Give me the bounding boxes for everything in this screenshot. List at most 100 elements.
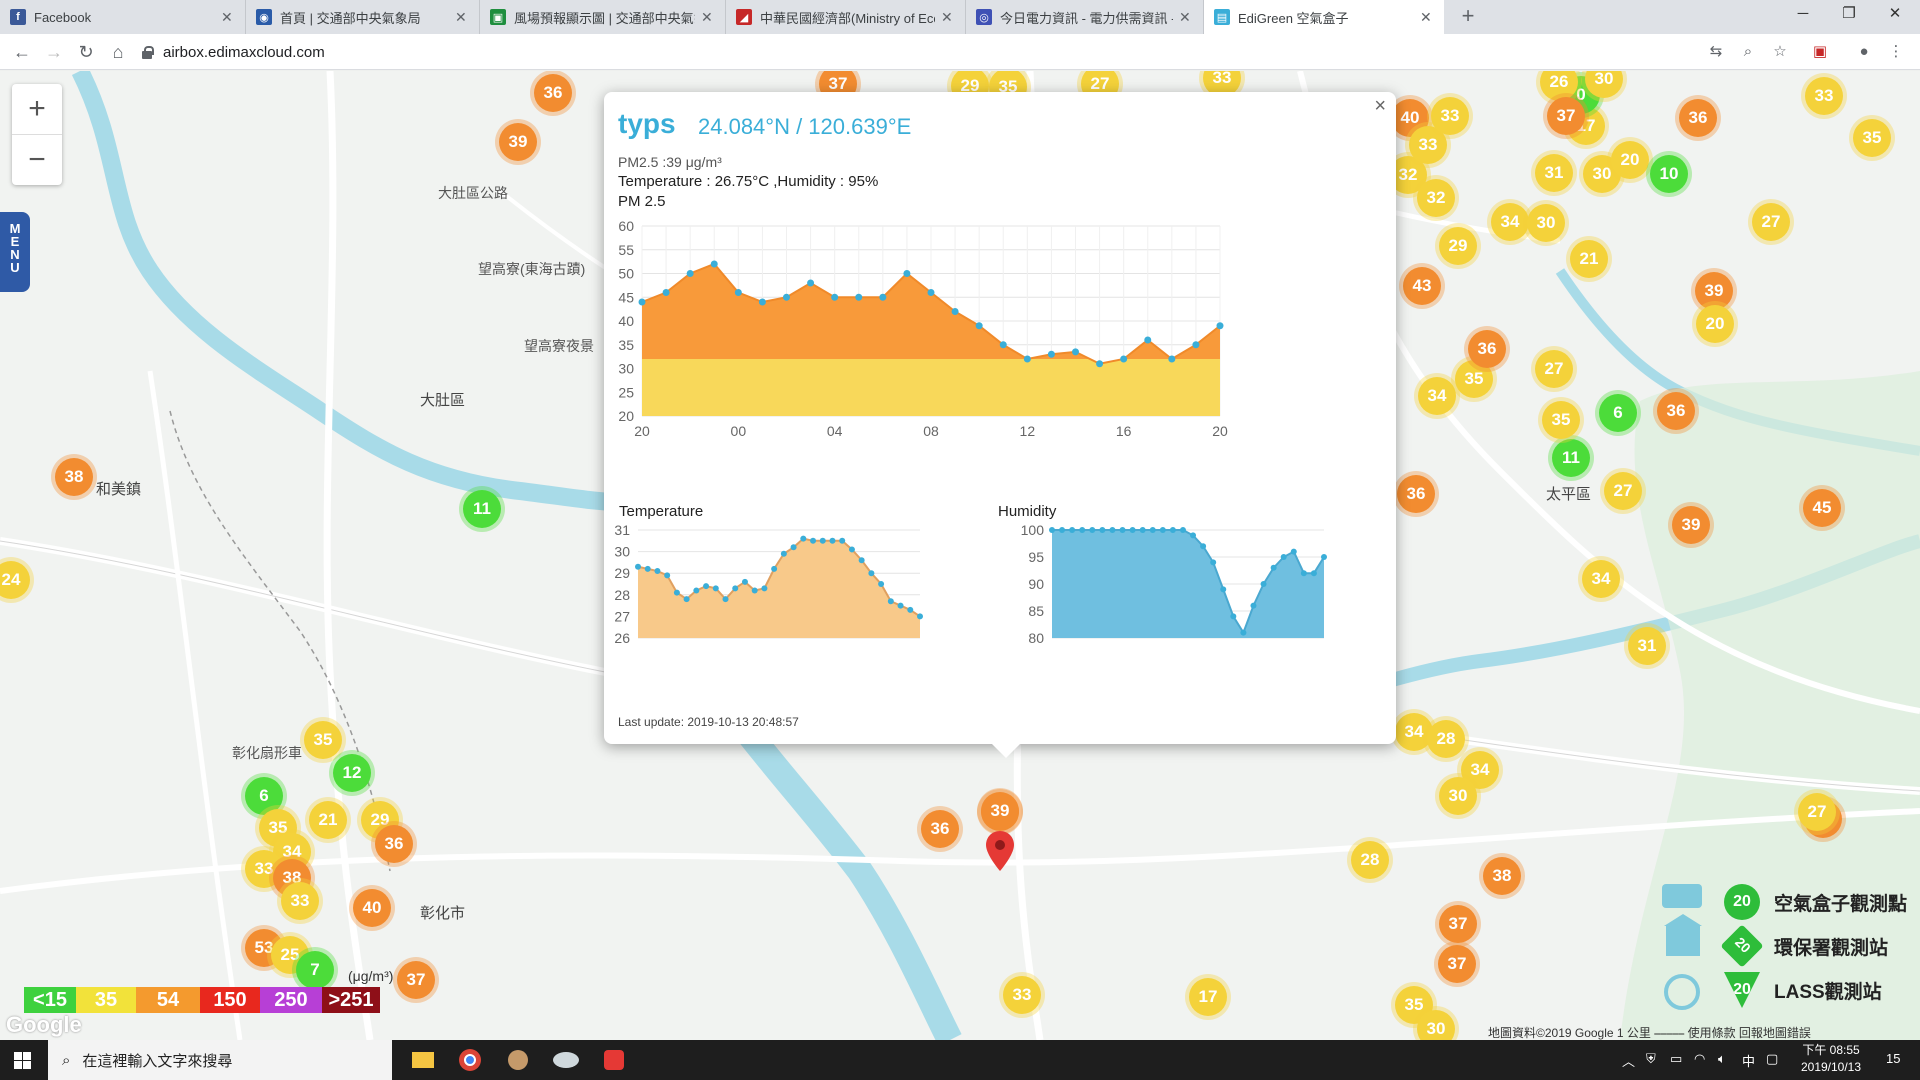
zoom-out-button[interactable]: −	[12, 135, 62, 185]
airbox-marker[interactable]: 34	[1491, 203, 1529, 241]
airbox-marker[interactable]: 6	[1599, 394, 1637, 432]
airbox-marker[interactable]: 27	[1535, 350, 1573, 388]
ime-indicator[interactable]: 中	[1742, 1051, 1755, 1070]
windows-start-icon[interactable]	[14, 1052, 31, 1069]
airbox-marker[interactable]: 28	[1427, 720, 1465, 758]
volume-icon[interactable]: 🔈︎	[1718, 1051, 1726, 1067]
battery-icon[interactable]: ▭	[1670, 1051, 1682, 1067]
airbox-marker[interactable]: 35	[304, 721, 342, 759]
profile-icon[interactable]: ●	[1854, 42, 1874, 62]
tab-close-icon[interactable]: ✕	[941, 9, 955, 26]
tab-close-icon[interactable]: ✕	[1420, 9, 1434, 26]
airbox-marker[interactable]: 27	[1752, 203, 1790, 241]
new-tab-button[interactable]: +	[1455, 4, 1481, 30]
translate-icon[interactable]: ⇆	[1706, 42, 1726, 62]
airbox-marker[interactable]: 37	[1439, 905, 1477, 943]
system-clock[interactable]: 下午 08:55 2019/10/13	[1786, 1042, 1876, 1076]
airbox-marker[interactable]: 33	[1805, 77, 1843, 115]
file-explorer-icon[interactable]	[400, 1044, 444, 1076]
airbox-marker[interactable]: 39	[499, 123, 537, 161]
airbox-marker[interactable]: 27	[1604, 472, 1642, 510]
zoom-icon[interactable]: ⌕	[1738, 42, 1758, 62]
menu-button[interactable]: MENU	[0, 212, 30, 292]
bookmark-star-icon[interactable]: ☆	[1770, 42, 1790, 62]
airbox-marker[interactable]: 38	[55, 458, 93, 496]
airbox-marker[interactable]: 45	[1803, 489, 1841, 527]
airbox-marker[interactable]: 37	[397, 961, 435, 999]
airbox-marker[interactable]: 36	[375, 825, 413, 863]
airbox-marker[interactable]: 40	[353, 889, 391, 927]
airbox-marker[interactable]: 33	[281, 882, 319, 920]
airbox-marker[interactable]: 33	[1003, 976, 1041, 1014]
selected-airbox-marker[interactable]: 39	[981, 792, 1019, 830]
taskbar-search[interactable]: ⌕ 在這裡輸入文字來搜尋	[48, 1040, 392, 1080]
restore-button[interactable]: ❐	[1826, 0, 1872, 30]
airbox-marker[interactable]: 36	[1679, 99, 1717, 137]
airbox-marker[interactable]: 39	[1672, 506, 1710, 544]
airbox-marker[interactable]: 11	[463, 490, 501, 528]
airbox-marker[interactable]: 38	[1483, 857, 1521, 895]
popup-close-button[interactable]: ×	[1374, 96, 1386, 116]
tab-power[interactable]: ◎ 今日電力資訊 - 電力供需資訊 - 台 ✕	[966, 0, 1204, 34]
airbox-marker[interactable]: 21	[1570, 240, 1608, 278]
tab-close-icon[interactable]: ✕	[221, 9, 235, 26]
airbox-marker[interactable]: 28	[1351, 841, 1389, 879]
airbox-marker[interactable]: 29	[1439, 227, 1477, 265]
airbox-marker[interactable]: 20	[1611, 141, 1649, 179]
airbox-marker[interactable]: 10	[1650, 155, 1688, 193]
reload-button[interactable]: ↻	[72, 38, 100, 66]
menu-dots-icon[interactable]: ⋮	[1886, 42, 1906, 62]
tab-edigreen[interactable]: ▤ EdiGreen 空氣盒子 ✕	[1204, 0, 1444, 34]
minimize-button[interactable]: ─	[1780, 0, 1826, 30]
tab-cwb[interactable]: ◉ 首頁 | 交通部中央氣象局 ✕	[246, 0, 480, 34]
airbox-marker[interactable]: 36	[921, 810, 959, 848]
zoom-in-button[interactable]: +	[12, 84, 62, 134]
tab-close-icon[interactable]: ✕	[1179, 9, 1193, 26]
airbox-marker[interactable]: 31	[1535, 154, 1573, 192]
airbox-marker[interactable]: 43	[1403, 267, 1441, 305]
airbox-marker[interactable]: 21	[309, 801, 347, 839]
airbox-marker[interactable]: 37	[1438, 945, 1476, 983]
airbox-marker[interactable]: 35	[1542, 401, 1580, 439]
tab-close-icon[interactable]: ✕	[455, 9, 469, 26]
airbox-marker[interactable]: 12	[333, 754, 371, 792]
airbox-marker[interactable]: 30	[1439, 777, 1477, 815]
tab-wind-map[interactable]: ▣ 風場預報顯示圖 | 交通部中央氣象 ✕	[480, 0, 726, 34]
security-icon[interactable]: ⛨	[1646, 1051, 1656, 1067]
airbox-marker[interactable]: 36	[1468, 330, 1506, 368]
forward-button[interactable]: →	[40, 38, 68, 66]
tab-moea[interactable]: ◢ 中華民國經濟部(Ministry of Econ ✕	[726, 0, 966, 34]
app-icon[interactable]	[544, 1044, 588, 1076]
chrome-icon[interactable]	[448, 1044, 492, 1076]
airbox-marker[interactable]: 37	[1547, 97, 1585, 135]
airbox-marker[interactable]: 17	[1189, 978, 1227, 1016]
tab-close-icon[interactable]: ✕	[701, 9, 715, 26]
map-attribution[interactable]: 地圖資料©2019 Google 1 公里 ⎯⎯⎯⎯⎯ 使用條款 回報地圖錯誤	[1488, 1024, 1811, 1041]
airbox-marker[interactable]: 7	[296, 951, 334, 989]
address-bar[interactable]: airbox.edimaxcloud.com	[141, 38, 1701, 66]
close-window-button[interactable]: ✕	[1872, 0, 1918, 30]
back-button[interactable]: ←	[8, 38, 36, 66]
airbox-marker[interactable]: 34	[1582, 560, 1620, 598]
airbox-marker[interactable]: 32	[1417, 179, 1455, 217]
airbox-marker[interactable]: 36	[534, 74, 572, 112]
airbox-marker[interactable]: 11	[1552, 439, 1590, 477]
tray-chevron-icon[interactable]: ︿	[1622, 1051, 1635, 1070]
extension-icon[interactable]: ▣	[1810, 42, 1830, 62]
airbox-marker[interactable]: 36	[1397, 475, 1435, 513]
app-icon[interactable]	[592, 1044, 636, 1076]
airbox-marker[interactable]: 30	[1417, 1010, 1455, 1040]
airbox-marker[interactable]: 36	[1657, 392, 1695, 430]
airbox-marker[interactable]: 31	[1628, 627, 1666, 665]
airbox-marker[interactable]: 33	[1431, 97, 1469, 135]
airbox-marker[interactable]: 30	[1527, 204, 1565, 242]
tab-facebook[interactable]: f Facebook ✕	[0, 0, 246, 34]
airbox-marker[interactable]: 27	[1798, 793, 1836, 831]
home-button[interactable]: ⌂	[104, 38, 132, 66]
action-center-icon[interactable]: 15	[1886, 1051, 1900, 1066]
selected-location-pin-icon[interactable]	[985, 831, 1015, 871]
notification-icon[interactable]: ▢	[1766, 1051, 1778, 1067]
app-icon[interactable]	[496, 1044, 540, 1076]
network-icon[interactable]: ◠	[1694, 1051, 1705, 1067]
airbox-marker[interactable]: 34	[1418, 377, 1456, 415]
